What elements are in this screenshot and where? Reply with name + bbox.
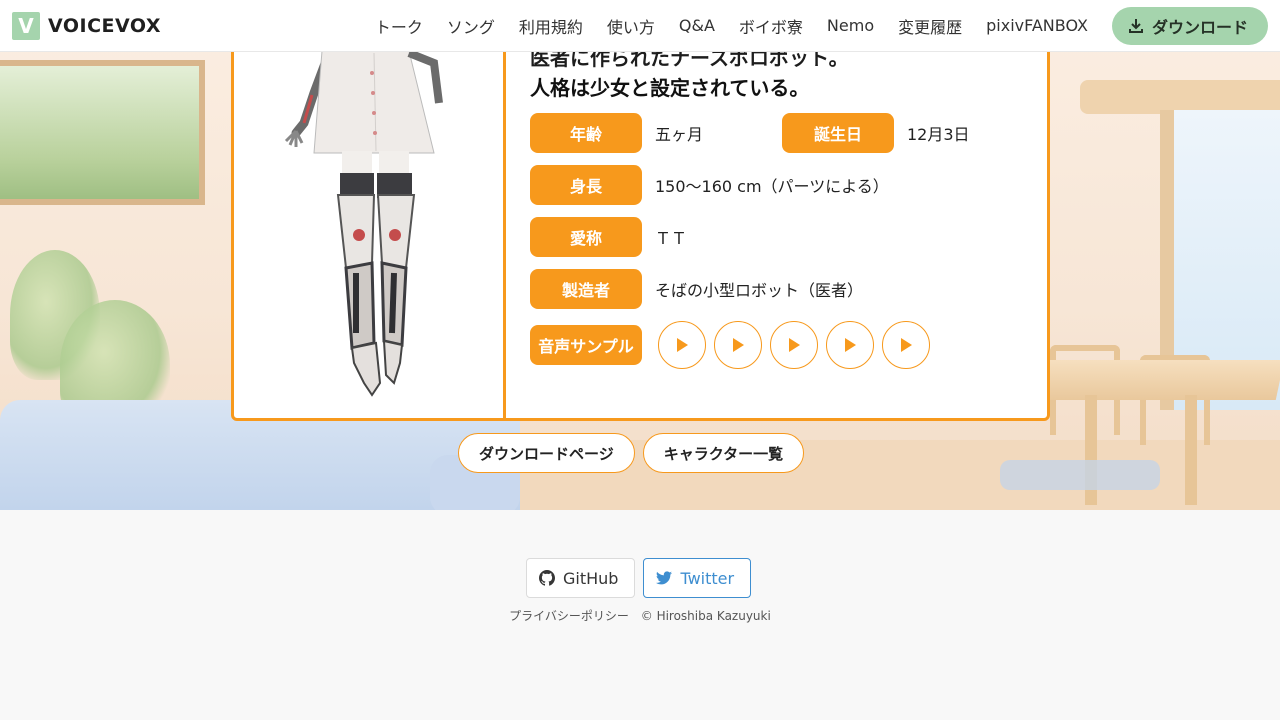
play-icon — [901, 338, 912, 352]
description-line-2: 人格は少女と設定されている。 — [530, 76, 810, 100]
twitter-label: Twitter — [680, 568, 735, 588]
github-button[interactable]: GitHub — [526, 558, 636, 598]
table-leg — [1185, 395, 1197, 505]
footer-text: プライバシーポリシー © Hiroshiba Kazuyuki — [0, 607, 1280, 624]
logo-text: VOICEVOX — [48, 14, 162, 37]
age-label: 年齢 — [530, 113, 642, 153]
logo-icon: V — [12, 11, 40, 40]
wall-picture — [0, 60, 205, 205]
profile-row-age: 年齢 五ヶ月 誕生日 12月3日 — [530, 113, 970, 153]
profile-row-height: 身長 150〜160 cm（パーツによる） — [530, 165, 889, 205]
nav-nemo[interactable]: Nemo — [827, 16, 874, 35]
birthday-label: 誕生日 — [782, 113, 894, 153]
character-description: 医者に作られたナースボロボット。 人格は少女と設定されている。 — [530, 43, 849, 103]
nav-terms[interactable]: 利用規約 — [519, 14, 583, 38]
ceiling-beam — [1080, 80, 1280, 114]
logo-link[interactable]: V VOICEVOX — [12, 11, 162, 40]
voice-sample-play-button[interactable] — [714, 321, 762, 369]
profile-row-maker: 製造者 そばの小型ロボット（医者） — [530, 269, 863, 309]
maker-value: そばの小型ロボット（医者） — [655, 281, 864, 300]
voice-sample-play-button[interactable] — [826, 321, 874, 369]
nav-fanbox[interactable]: pixivFANBOX — [986, 16, 1088, 35]
nav-talk[interactable]: トーク — [375, 14, 423, 38]
character-portrait — [234, 23, 503, 418]
voice-sample-play-button[interactable] — [770, 321, 818, 369]
character-card: 医者に作られたナースボロボット。 人格は少女と設定されている。 年齢 五ヶ月 誕… — [231, 20, 1050, 421]
github-icon — [539, 570, 555, 586]
play-icon — [789, 338, 800, 352]
height-label: 身長 — [530, 165, 642, 205]
character-illustration — [284, 48, 443, 397]
page-links: ダウンロードページ キャラクター一覧 — [458, 433, 812, 473]
card-divider — [503, 23, 506, 418]
download-button[interactable]: ダウンロード — [1111, 6, 1268, 45]
main-nav: トーク ソング 利用規約 使い方 Q&A ボイボ寮 Nemo 変更履歴 pixi… — [375, 6, 1280, 45]
github-label: GitHub — [563, 568, 619, 588]
download-label: ダウンロード — [1151, 17, 1248, 37]
profile-row-samples: 音声サンプル — [530, 321, 938, 369]
birthday-value: 12月3日 — [907, 125, 970, 144]
nickname-label: 愛称 — [530, 217, 642, 257]
site-header: V VOICEVOX トーク ソング 利用規約 使い方 Q&A ボイボ寮 Nem… — [0, 0, 1280, 52]
download-page-button[interactable]: ダウンロードページ — [458, 433, 635, 473]
play-icon — [677, 338, 688, 352]
twitter-icon — [656, 571, 673, 585]
voice-sample-play-button[interactable] — [882, 321, 930, 369]
age-value: 五ヶ月 — [655, 125, 704, 144]
download-icon — [1128, 18, 1143, 33]
chair-seat — [1000, 460, 1160, 490]
twitter-button[interactable]: Twitter — [643, 558, 752, 598]
nav-song[interactable]: ソング — [447, 14, 495, 38]
play-icon — [733, 338, 744, 352]
play-icon — [845, 338, 856, 352]
height-value: 150〜160 cm（パーツによる） — [655, 177, 889, 196]
voice-sample-list — [658, 321, 938, 369]
nav-qa[interactable]: Q&A — [679, 16, 715, 35]
nav-changelog[interactable]: 変更履歴 — [898, 14, 962, 38]
privacy-policy-link[interactable]: プライバシーポリシー — [509, 609, 629, 623]
nav-howto[interactable]: 使い方 — [607, 14, 655, 38]
nav-voivo-dorm[interactable]: ボイボ寮 — [739, 14, 803, 38]
footer-social: GitHub Twitter — [526, 558, 759, 598]
character-list-button[interactable]: キャラクター一覧 — [642, 433, 805, 473]
copyright: © Hiroshiba Kazuyuki — [640, 609, 771, 623]
maker-label: 製造者 — [530, 269, 642, 309]
nickname-value: ＴＴ — [655, 229, 688, 248]
samples-label: 音声サンプル — [530, 325, 642, 365]
voice-sample-play-button[interactable] — [658, 321, 706, 369]
profile-row-nickname: 愛称 ＴＴ — [530, 217, 687, 257]
